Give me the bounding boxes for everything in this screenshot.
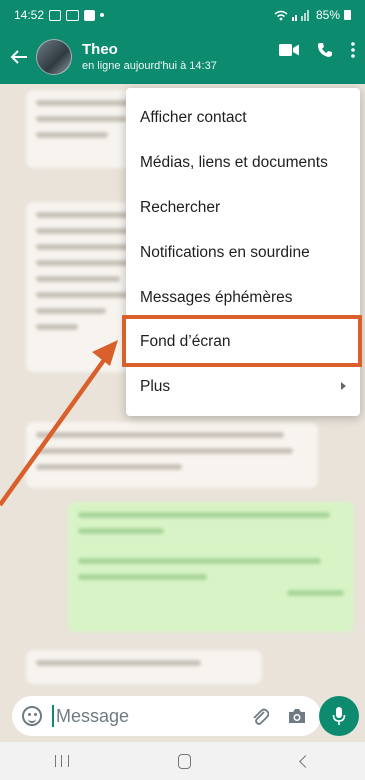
status-right: 85% — [274, 8, 351, 22]
voice-call-icon[interactable] — [317, 42, 333, 58]
more-options-icon[interactable] — [351, 42, 355, 58]
menu-item-label: Messages éphémères — [140, 288, 293, 306]
more-notifications-icon — [100, 13, 105, 17]
status-time: 14:52 — [14, 8, 45, 22]
menu-item-mute-notifications[interactable]: Notifications en sourdine — [126, 230, 360, 275]
recent-apps-icon[interactable] — [54, 755, 69, 767]
contact-avatar[interactable] — [36, 39, 72, 75]
status-bar: 14:52 85% — [0, 0, 365, 30]
back-arrow-icon[interactable] — [4, 42, 34, 72]
submenu-arrow-icon — [341, 381, 346, 390]
system-navigation-bar — [0, 742, 365, 780]
message-bubble — [68, 548, 354, 632]
app-notification-icon — [84, 9, 96, 21]
camera-icon[interactable] — [287, 707, 307, 725]
status-left: 14:52 — [14, 8, 105, 22]
message-input[interactable]: Message — [56, 706, 129, 727]
message-bubble — [26, 650, 262, 684]
mic-button[interactable] — [319, 696, 359, 736]
app-bar-actions — [279, 42, 355, 58]
attachment-icon[interactable] — [251, 706, 269, 726]
menu-item-more[interactable]: Plus — [126, 365, 360, 410]
menu-item-label: Rechercher — [140, 198, 221, 216]
contact-name: Theo — [82, 41, 118, 58]
contact-info[interactable]: Theo en ligne aujourd'hui à 14:37 — [82, 41, 217, 73]
battery-percent: 85% — [315, 8, 340, 22]
menu-item-label: Plus — [140, 378, 171, 396]
message-bubble — [26, 422, 318, 488]
menu-item-search[interactable]: Rechercher — [126, 186, 360, 231]
microphone-icon — [332, 707, 346, 725]
emoji-icon[interactable] — [22, 706, 42, 726]
nav-back-icon[interactable] — [299, 754, 313, 768]
message-input-pill[interactable]: Message — [12, 696, 321, 736]
text-cursor — [52, 705, 54, 727]
menu-item-label: Médias, liens et documents — [140, 154, 328, 172]
menu-item-media-links-docs[interactable]: Médias, liens et documents — [126, 141, 360, 186]
gallery-notification-icon — [49, 9, 62, 21]
video-call-icon[interactable] — [279, 43, 299, 57]
chat-app-bar: Theo en ligne aujourd'hui à 14:37 — [0, 32, 365, 82]
menu-item-disappearing-messages[interactable]: Messages éphémères — [126, 275, 360, 320]
contact-last-seen: en ligne aujourd'hui à 14:37 — [82, 60, 217, 72]
composer-bar: Message — [0, 690, 365, 742]
wifi-icon — [274, 10, 288, 20]
mail-notification-icon — [66, 9, 80, 21]
menu-item-label: Notifications en sourdine — [140, 243, 310, 261]
home-icon[interactable] — [178, 753, 192, 769]
top-bar: 14:52 85% Theo en ligne aujourd'hui à 14… — [0, 0, 365, 84]
menu-item-view-contact[interactable]: Afficher contact — [126, 96, 360, 141]
battery-icon — [344, 10, 351, 20]
menu-item-label: Afficher contact — [140, 109, 247, 127]
highlight-box — [122, 315, 362, 367]
signal-icon — [291, 9, 309, 21]
